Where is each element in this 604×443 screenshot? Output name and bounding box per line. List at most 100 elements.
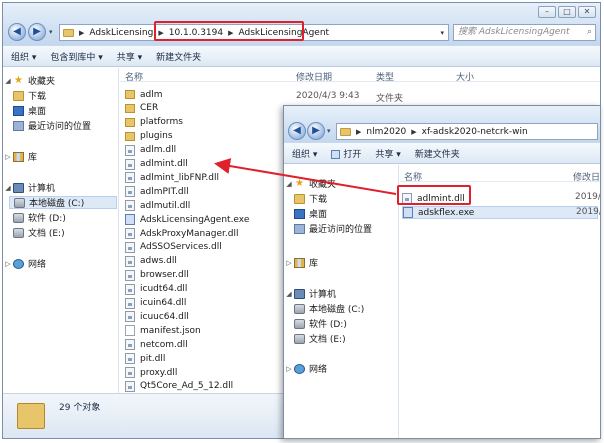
list-item[interactable]: adlm (125, 88, 275, 101)
back-button[interactable]: ◀ (288, 122, 306, 140)
expand-icon[interactable]: ▷ (3, 260, 13, 268)
list-item[interactable]: CER (125, 102, 275, 115)
dll-file-icon (125, 311, 135, 323)
list-item[interactable]: AdSSOServices.dll (125, 241, 275, 254)
list-item[interactable]: adskflex.exe 2019/4 (402, 206, 600, 219)
nav-computer[interactable]: ◢ 计算机 (3, 181, 55, 194)
nav-software-drive[interactable]: 软件 (D:) (294, 317, 347, 330)
nav-local-disk[interactable]: 本地磁盘 (C:) (294, 302, 364, 315)
library-icon (13, 151, 24, 162)
file-name: proxy.dll (140, 367, 178, 378)
minimize-button[interactable]: – (538, 6, 556, 18)
expand-icon[interactable]: ◢ (3, 77, 13, 85)
list-item[interactable]: icuuc64.dll (125, 310, 275, 323)
nav-computer[interactable]: ◢ 计算机 (284, 287, 336, 300)
organize-button[interactable]: 组织 ▾ (292, 147, 317, 160)
nav-docs-drive[interactable]: 文档 (E:) (13, 226, 65, 239)
address-bar[interactable]: ▶ nlm2020 ▶ xf-adsk2020-netcrk-win (336, 123, 598, 140)
nav-libraries[interactable]: ▷ 库 (3, 150, 37, 163)
drive-icon (294, 303, 305, 314)
forward-button[interactable]: ▶ (307, 122, 325, 140)
dll-file-icon (125, 339, 135, 351)
dll-file-icon (125, 380, 135, 392)
list-item[interactable]: adlmutil.dll (125, 199, 275, 212)
list-item[interactable]: adlmint.dll (125, 158, 275, 171)
history-dropdown-icon[interactable]: ▾ (327, 127, 331, 135)
nav-recent[interactable]: 最近访问的位置 (13, 119, 91, 132)
new-folder-button[interactable]: 新建文件夹 (156, 50, 201, 63)
column-header: 名称 修改日 (400, 168, 600, 183)
list-item[interactable]: plugins (125, 130, 275, 143)
breadcrumb-folder[interactable]: xf-adsk2020-netcrk-win (419, 127, 531, 137)
list-item[interactable]: netcom.dll (125, 338, 275, 351)
col-type[interactable]: 类型 (376, 70, 394, 83)
expand-icon[interactable]: ◢ (284, 180, 294, 188)
include-library-button[interactable]: 包含到库中 ▾ (50, 50, 102, 63)
file-date: 2020/4/3 9:43 (296, 91, 360, 101)
dll-file-icon (125, 241, 135, 253)
nav-label: 文档 (E:) (309, 335, 346, 345)
search-placeholder: 搜索 AdskLicensingAgent (458, 27, 570, 37)
col-name[interactable]: 名称 (404, 170, 422, 183)
list-item[interactable]: AdskProxyManager.dll (125, 227, 275, 240)
nav-network[interactable]: ▷ 网络 (284, 362, 327, 375)
nav-desktop[interactable]: 桌面 (13, 104, 46, 117)
drive-icon (294, 333, 305, 344)
maximize-button[interactable]: □ (558, 6, 576, 18)
list-item[interactable]: adlm.dll (125, 144, 275, 157)
list-item[interactable]: adws.dll (125, 255, 275, 268)
dll-file-icon (125, 283, 135, 295)
list-item[interactable]: icuin64.dll (125, 297, 275, 310)
star-icon: ★ (295, 177, 304, 189)
nav-favorites[interactable]: ◢ ★ 收藏夹 (284, 177, 336, 190)
expand-icon[interactable]: ▷ (284, 365, 294, 373)
forward-button[interactable]: ▶ (28, 23, 46, 41)
nav-favorites[interactable]: ◢ ★ 收藏夹 (3, 74, 55, 87)
folder-file-icon (125, 131, 135, 141)
breadcrumb-root[interactable]: nlm2020 (363, 127, 409, 137)
new-folder-button[interactable]: 新建文件夹 (415, 147, 460, 160)
dll-file-icon (125, 158, 135, 170)
nav-libraries[interactable]: ▷ 库 (284, 256, 318, 269)
expand-icon[interactable]: ◢ (3, 184, 13, 192)
list-item[interactable]: AdskLicensingAgent.exe (125, 213, 275, 226)
nav-label: 网络 (28, 260, 47, 270)
nav-docs-drive[interactable]: 文档 (E:) (294, 332, 346, 345)
list-item[interactable]: adlmint_libFNP.dll (125, 171, 275, 184)
share-button[interactable]: 共享 ▾ (117, 50, 142, 63)
list-item[interactable]: icudt64.dll (125, 283, 275, 296)
nav-label: 桌面 (309, 210, 328, 220)
col-size[interactable]: 大小 (456, 70, 474, 83)
back-button[interactable]: ◀ (8, 23, 26, 41)
expand-icon[interactable]: ◢ (284, 290, 294, 298)
nav-desktop[interactable]: 桌面 (294, 207, 327, 220)
list-item[interactable]: adlmPIT.dll (125, 185, 275, 198)
file-name: icudt64.dll (140, 284, 188, 295)
col-modified[interactable]: 修改日期 (296, 70, 332, 83)
address-dropdown-icon[interactable]: ▾ (438, 29, 448, 37)
share-button[interactable]: 共享 ▾ (375, 147, 400, 160)
nav-downloads[interactable]: 下载 (13, 89, 46, 102)
nav-downloads[interactable]: 下载 (294, 192, 327, 205)
history-dropdown-icon[interactable]: ▾ (49, 28, 53, 36)
nav-local-disk[interactable]: 本地磁盘 (C:) (9, 196, 117, 209)
breadcrumb-root[interactable]: AdskLicensing (86, 28, 156, 38)
list-item[interactable]: platforms (125, 116, 275, 129)
list-item[interactable]: pit.dll (125, 352, 275, 365)
list-item[interactable]: Qt5Core_Ad_5_12.dll (125, 380, 275, 393)
list-item[interactable]: proxy.dll (125, 366, 275, 379)
open-button[interactable]: 打开 (331, 147, 361, 160)
expand-icon[interactable]: ▷ (3, 153, 13, 161)
nav-network[interactable]: ▷ 网络 (3, 257, 46, 270)
organize-button[interactable]: 组织 ▾ (11, 50, 36, 63)
search-input[interactable]: 搜索 AdskLicensingAgent ⌕ (453, 24, 596, 41)
expand-icon[interactable]: ▷ (284, 259, 294, 267)
nav-software-drive[interactable]: 软件 (D:) (13, 211, 66, 224)
col-name[interactable]: 名称 (125, 70, 143, 83)
open-label: 打开 (343, 149, 362, 160)
list-item[interactable]: manifest.json (125, 324, 275, 337)
nav-recent[interactable]: 最近访问的位置 (294, 222, 372, 235)
list-item[interactable]: browser.dll (125, 269, 275, 282)
close-button[interactable]: ✕ (578, 6, 596, 18)
col-modified[interactable]: 修改日 (573, 170, 600, 183)
